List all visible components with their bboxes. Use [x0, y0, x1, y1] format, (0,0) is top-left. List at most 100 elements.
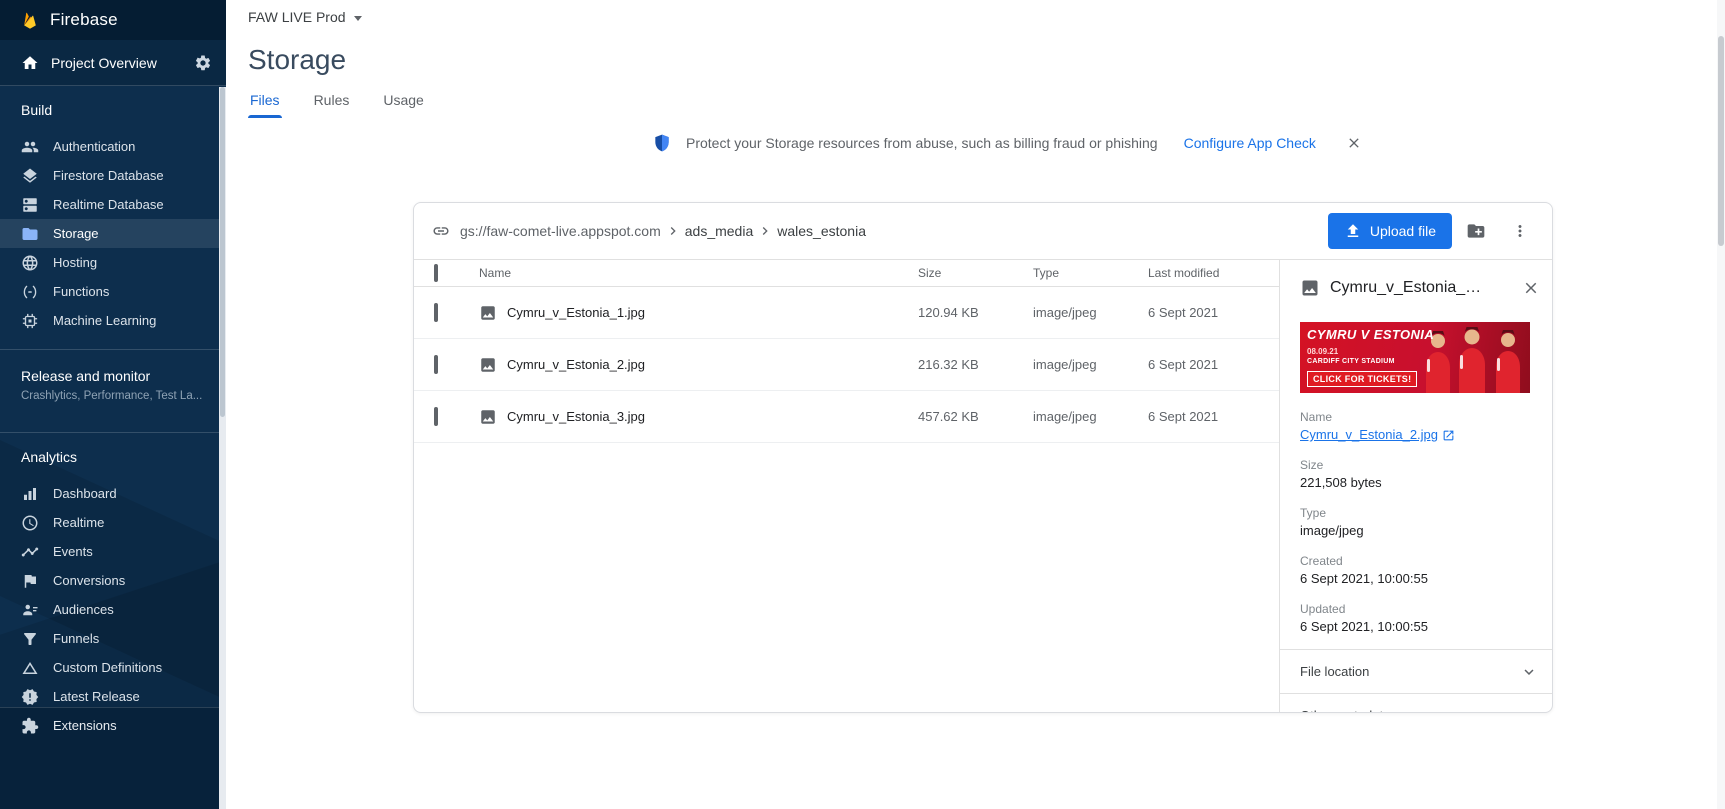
column-header-size: Size — [918, 266, 1033, 280]
sidebar-item-label: Functions — [53, 284, 109, 299]
details-close-icon[interactable] — [1522, 279, 1540, 297]
chevron-down-icon — [1520, 663, 1538, 681]
sidebar-item-events[interactable]: Events — [0, 537, 226, 566]
field-name: Name Cymru_v_Estonia_2.jpg — [1300, 409, 1532, 444]
file-location-expander[interactable]: File location — [1280, 649, 1552, 693]
sidebar-item-conversions[interactable]: Conversions — [0, 566, 226, 595]
details-file-title: Cymru_v_Estonia_2.jpg — [1330, 279, 1482, 297]
sidebar-item-extensions[interactable]: Extensions — [0, 711, 226, 740]
sidebar-item-audiences[interactable]: Audiences — [0, 595, 226, 624]
column-header-name: Name — [479, 266, 918, 280]
field-value: image/jpeg — [1300, 522, 1532, 540]
file-size: 120.94 KB — [918, 305, 1033, 320]
sidebar-item-project-overview[interactable]: Project Overview — [0, 40, 226, 86]
preview-date-text: 08.09.21 — [1307, 347, 1338, 356]
file-type: image/jpeg — [1033, 409, 1148, 424]
banner-close-icon[interactable] — [1346, 135, 1362, 151]
page-scrollbar[interactable] — [1717, 0, 1725, 809]
sidebar-header: Firebase — [0, 0, 226, 40]
sidebar-scrollbar-thumb[interactable] — [220, 87, 225, 417]
image-file-icon — [479, 408, 497, 426]
chevron-right-icon — [757, 223, 773, 239]
sidebar-scrollbar[interactable] — [219, 87, 226, 809]
audience-icon — [21, 601, 39, 619]
functions-icon — [21, 283, 39, 301]
project-overview-label: Project Overview — [51, 55, 157, 71]
configure-app-check-link[interactable]: Configure App Check — [1184, 135, 1316, 151]
image-file-icon — [479, 356, 497, 374]
sidebar-item-firestore-database[interactable]: Firestore Database — [0, 161, 226, 190]
field-size: Size 221,508 bytes — [1300, 457, 1532, 492]
file-name-link[interactable]: Cymru_v_Estonia_2.jpg — [1300, 426, 1455, 444]
sidebar-item-functions[interactable]: Functions — [0, 277, 226, 306]
funnel-icon — [21, 630, 39, 648]
sidebar-item-label: Storage — [53, 226, 99, 241]
app-check-banner-text: Protect your Storage resources from abus… — [686, 135, 1158, 151]
file-name-link-text: Cymru_v_Estonia_2.jpg — [1300, 426, 1438, 444]
file-size: 457.62 KB — [918, 409, 1033, 424]
sidebar-item-label: Funnels — [53, 631, 99, 646]
sidebar-item-label: Latest Release — [53, 689, 140, 704]
sidebar-item-label: Events — [53, 544, 93, 559]
create-folder-button[interactable] — [1456, 211, 1496, 251]
sidebar-item-release-and-monitor[interactable]: Release and monitor Crashlytics, Perform… — [0, 350, 226, 418]
breadcrumb-segment[interactable]: ads_media — [685, 223, 754, 239]
file-name: Cymru_v_Estonia_2.jpg — [507, 357, 645, 372]
sidebar-item-authentication[interactable]: Authentication — [0, 132, 226, 161]
row-checkbox[interactable] — [434, 303, 438, 322]
row-checkbox[interactable] — [434, 355, 438, 374]
upload-file-button[interactable]: Upload file — [1328, 213, 1452, 249]
field-value: 221,508 bytes — [1300, 474, 1532, 492]
sidebar-item-dashboard[interactable]: Dashboard — [0, 479, 226, 508]
table-header-row: Name Size Type Last modified — [414, 260, 1279, 287]
project-selector[interactable]: FAW LIVE Prod — [248, 0, 362, 34]
app-check-shield-icon — [652, 132, 672, 154]
folder-icon — [21, 225, 39, 243]
timeline-icon — [21, 543, 39, 561]
sidebar-item-funnels[interactable]: Funnels — [0, 624, 226, 653]
sidebar-item-storage[interactable]: Storage — [0, 219, 226, 248]
field-label: Updated — [1300, 601, 1532, 617]
tab-rules[interactable]: Rules — [312, 92, 352, 118]
sidebar-item-hosting[interactable]: Hosting — [0, 248, 226, 277]
brand-name: Firebase — [50, 10, 118, 30]
sidebar-item-machine-learning[interactable]: Machine Learning — [0, 306, 226, 335]
row-checkbox[interactable] — [434, 407, 438, 426]
home-icon — [21, 54, 39, 72]
sidebar-item-label: Dashboard — [53, 486, 117, 501]
breadcrumb-root[interactable]: gs://faw-comet-live.appspot.com — [460, 223, 661, 239]
table-row[interactable]: Cymru_v_Estonia_3.jpg 457.62 KB image/jp… — [414, 391, 1279, 443]
other-metadata-expander[interactable]: Other metadata — [1280, 693, 1552, 713]
field-created: Created 6 Sept 2021, 10:00:55 — [1300, 553, 1532, 588]
expander-label: Other metadata — [1300, 708, 1390, 713]
tab-files[interactable]: Files — [248, 92, 282, 118]
sidebar-item-label: Firestore Database — [53, 168, 164, 183]
flag-icon — [21, 572, 39, 590]
firebase-logo-icon — [20, 8, 40, 32]
table-row[interactable]: Cymru_v_Estonia_1.jpg 120.94 KB image/jp… — [414, 287, 1279, 339]
gear-icon[interactable] — [194, 54, 212, 72]
preview-venue-text: CARDIFF CITY STADIUM — [1307, 358, 1395, 365]
sidebar-item-label: Machine Learning — [53, 313, 156, 328]
tab-usage[interactable]: Usage — [381, 92, 425, 118]
image-file-icon — [479, 304, 497, 322]
preview-cta-text: CLICK FOR TICKETS! — [1307, 371, 1417, 387]
more-options-button[interactable] — [1500, 211, 1540, 251]
chevron-down-icon — [354, 16, 362, 21]
page-scrollbar-thumb[interactable] — [1718, 36, 1724, 246]
sidebar-item-label: Conversions — [53, 573, 125, 588]
sidebar: Firebase Project Overview Build Authenti… — [0, 0, 226, 809]
open-in-new-icon — [1442, 429, 1455, 442]
app-check-banner: Protect your Storage resources from abus… — [652, 132, 1362, 154]
file-modified: 6 Sept 2021 — [1148, 357, 1279, 372]
select-all-checkbox[interactable] — [434, 264, 438, 282]
chevron-down-icon — [1520, 707, 1538, 714]
table-row[interactable]: Cymru_v_Estonia_2.jpg 216.32 KB image/jp… — [414, 339, 1279, 391]
sidebar-item-label: Extensions — [53, 718, 117, 733]
breadcrumb-segment[interactable]: wales_estonia — [777, 223, 866, 239]
sidebar-item-realtime[interactable]: Realtime — [0, 508, 226, 537]
sidebar-item-realtime-database[interactable]: Realtime Database — [0, 190, 226, 219]
file-preview-image[interactable]: CYMRU V ESTONIA 08.09.21 CARDIFF CITY ST… — [1300, 322, 1530, 393]
sidebar-item-custom-definitions[interactable]: Custom Definitions — [0, 653, 226, 682]
field-updated: Updated 6 Sept 2021, 10:00:55 — [1300, 601, 1532, 636]
